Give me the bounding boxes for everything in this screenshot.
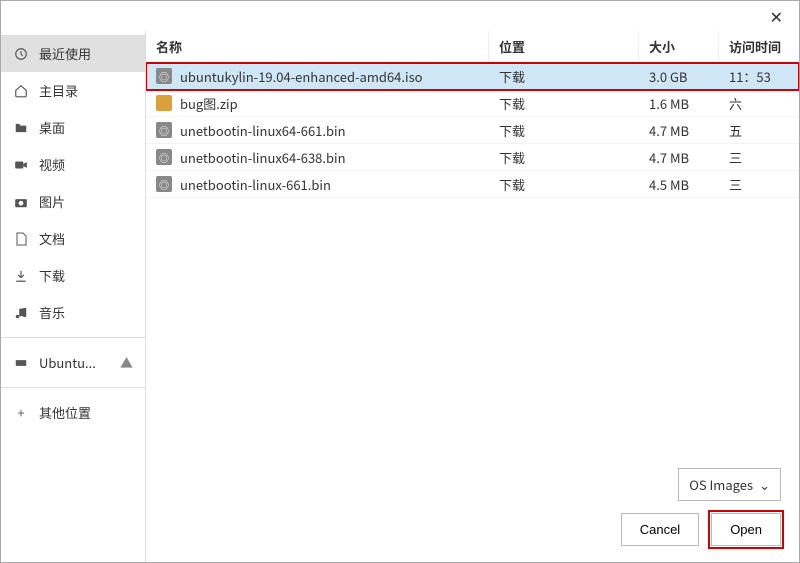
file-location: 下载: [489, 148, 639, 167]
file-name-cell: ◎ unetbootin-linux64-638.bin: [146, 148, 489, 167]
col-header-location[interactable]: 位置: [489, 31, 639, 62]
file-name: unetbootin-linux-661.bin: [180, 175, 331, 194]
file-time: 六: [719, 94, 799, 113]
main-area: 名称 位置 大小 访问时间 ◎ ubuntukylin-19.04-enhance…: [146, 31, 799, 562]
bin-icon: ◎: [156, 122, 172, 138]
music-icon: [13, 305, 29, 321]
file-size: 4.5 MB: [639, 175, 719, 194]
file-size: 4.7 MB: [639, 121, 719, 140]
sidebar-item-label: 图片: [39, 192, 65, 211]
file-name: bug图.zip: [180, 94, 238, 113]
sidebar-item-label: 桌面: [39, 118, 65, 137]
doc-icon: [13, 231, 29, 247]
sidebar-separator: [1, 387, 145, 388]
file-location: 下载: [489, 121, 639, 140]
file-name-cell: ◎ unetbootin-linux64-661.bin: [146, 121, 489, 140]
file-time: 五: [719, 121, 799, 140]
download-icon: [13, 268, 29, 284]
bin-icon: ◎: [156, 176, 172, 192]
plus-icon: +: [13, 405, 29, 421]
file-list-header: 名称 位置 大小 访问时间: [146, 31, 799, 63]
bin-icon: ◎: [156, 149, 172, 165]
file-row[interactable]: ◎ unetbootin-linux64-661.bin 下载4.7 MB五: [146, 117, 799, 144]
sidebar-separator: [1, 337, 145, 338]
cancel-button[interactable]: Cancel: [621, 513, 699, 546]
sidebar-item-other-locations[interactable]: + 其他位置: [1, 394, 145, 431]
col-header-name[interactable]: 名称: [146, 31, 489, 62]
footer: OS Images ⌄: [146, 456, 799, 513]
file-name: ubuntukylin-19.04-enhanced-amd64.iso: [180, 67, 423, 86]
sidebar-item-downloads[interactable]: 下载: [1, 257, 145, 294]
file-name-cell: ◎ unetbootin-linux-661.bin: [146, 175, 489, 194]
sidebar-item-pictures[interactable]: 图片: [1, 183, 145, 220]
folder-icon: [13, 120, 29, 136]
camera-icon: [13, 194, 29, 210]
iso-icon: ◎: [156, 68, 172, 84]
video-icon: [13, 157, 29, 173]
sidebar-item-label: 视频: [39, 155, 65, 174]
sidebar: 最近使用 主目录 桌面 视频 图片 文档: [1, 31, 146, 562]
file-time: 三: [719, 175, 799, 194]
file-row[interactable]: ◎ ubuntukylin-19.04-enhanced-amd64.iso 下载3…: [146, 63, 799, 90]
filetype-filter[interactable]: OS Images ⌄: [678, 468, 781, 501]
sidebar-item-home[interactable]: 主目录: [1, 72, 145, 109]
dialog-body: 最近使用 主目录 桌面 视频 图片 文档: [1, 31, 799, 562]
clock-icon: [13, 46, 29, 62]
filter-label: OS Images: [689, 475, 753, 494]
sidebar-item-label: 文档: [39, 229, 65, 248]
titlebar: ✕: [1, 1, 799, 31]
open-button[interactable]: Open: [711, 513, 781, 546]
file-size: 4.7 MB: [639, 148, 719, 167]
file-row[interactable]: bug图.zip 下载1.6 MB六: [146, 90, 799, 117]
file-name: unetbootin-linux64-638.bin: [180, 148, 346, 167]
file-row[interactable]: ◎ unetbootin-linux-661.bin 下载4.5 MB三: [146, 171, 799, 198]
file-name-cell: ◎ ubuntukylin-19.04-enhanced-amd64.iso: [146, 67, 489, 86]
sidebar-item-desktop[interactable]: 桌面: [1, 109, 145, 146]
file-name-cell: bug图.zip: [146, 94, 489, 113]
file-location: 下载: [489, 67, 639, 86]
file-chooser-dialog: ✕ 最近使用 主目录 桌面 视频 图片: [0, 0, 800, 563]
file-size: 1.6 MB: [639, 94, 719, 113]
sidebar-item-volume[interactable]: Ubuntu... ▲: [1, 344, 145, 381]
file-time: 11：53: [719, 67, 799, 86]
file-location: 下载: [489, 94, 639, 113]
eject-icon[interactable]: ▲: [120, 353, 133, 372]
sidebar-item-music[interactable]: 音乐: [1, 294, 145, 331]
file-list: 名称 位置 大小 访问时间 ◎ ubuntukylin-19.04-enhance…: [146, 31, 799, 456]
sidebar-item-label: 其他位置: [39, 403, 91, 422]
file-location: 下载: [489, 175, 639, 194]
sidebar-item-recent[interactable]: 最近使用: [1, 35, 145, 72]
col-header-size[interactable]: 大小: [639, 31, 719, 62]
file-time: 三: [719, 148, 799, 167]
disk-icon: [13, 355, 29, 371]
sidebar-item-documents[interactable]: 文档: [1, 220, 145, 257]
close-icon[interactable]: ✕: [764, 2, 789, 30]
button-row: Cancel Open: [146, 513, 799, 562]
sidebar-item-label: Ubuntu...: [39, 353, 96, 372]
zip-icon: [156, 95, 172, 111]
sidebar-item-label: 下载: [39, 266, 65, 285]
sidebar-item-label: 音乐: [39, 303, 65, 322]
file-name: unetbootin-linux64-661.bin: [180, 121, 346, 140]
home-icon: [13, 83, 29, 99]
file-size: 3.0 GB: [639, 67, 719, 86]
sidebar-item-videos[interactable]: 视频: [1, 146, 145, 183]
sidebar-item-label: 主目录: [39, 81, 78, 100]
chevron-down-icon: ⌄: [759, 475, 770, 494]
file-rows: ◎ubuntukylin-19.04-enhanced-amd64.iso下载3…: [146, 63, 799, 198]
col-header-time[interactable]: 访问时间: [719, 31, 799, 62]
sidebar-item-label: 最近使用: [39, 44, 91, 63]
file-row[interactable]: ◎ unetbootin-linux64-638.bin 下载4.7 MB三: [146, 144, 799, 171]
